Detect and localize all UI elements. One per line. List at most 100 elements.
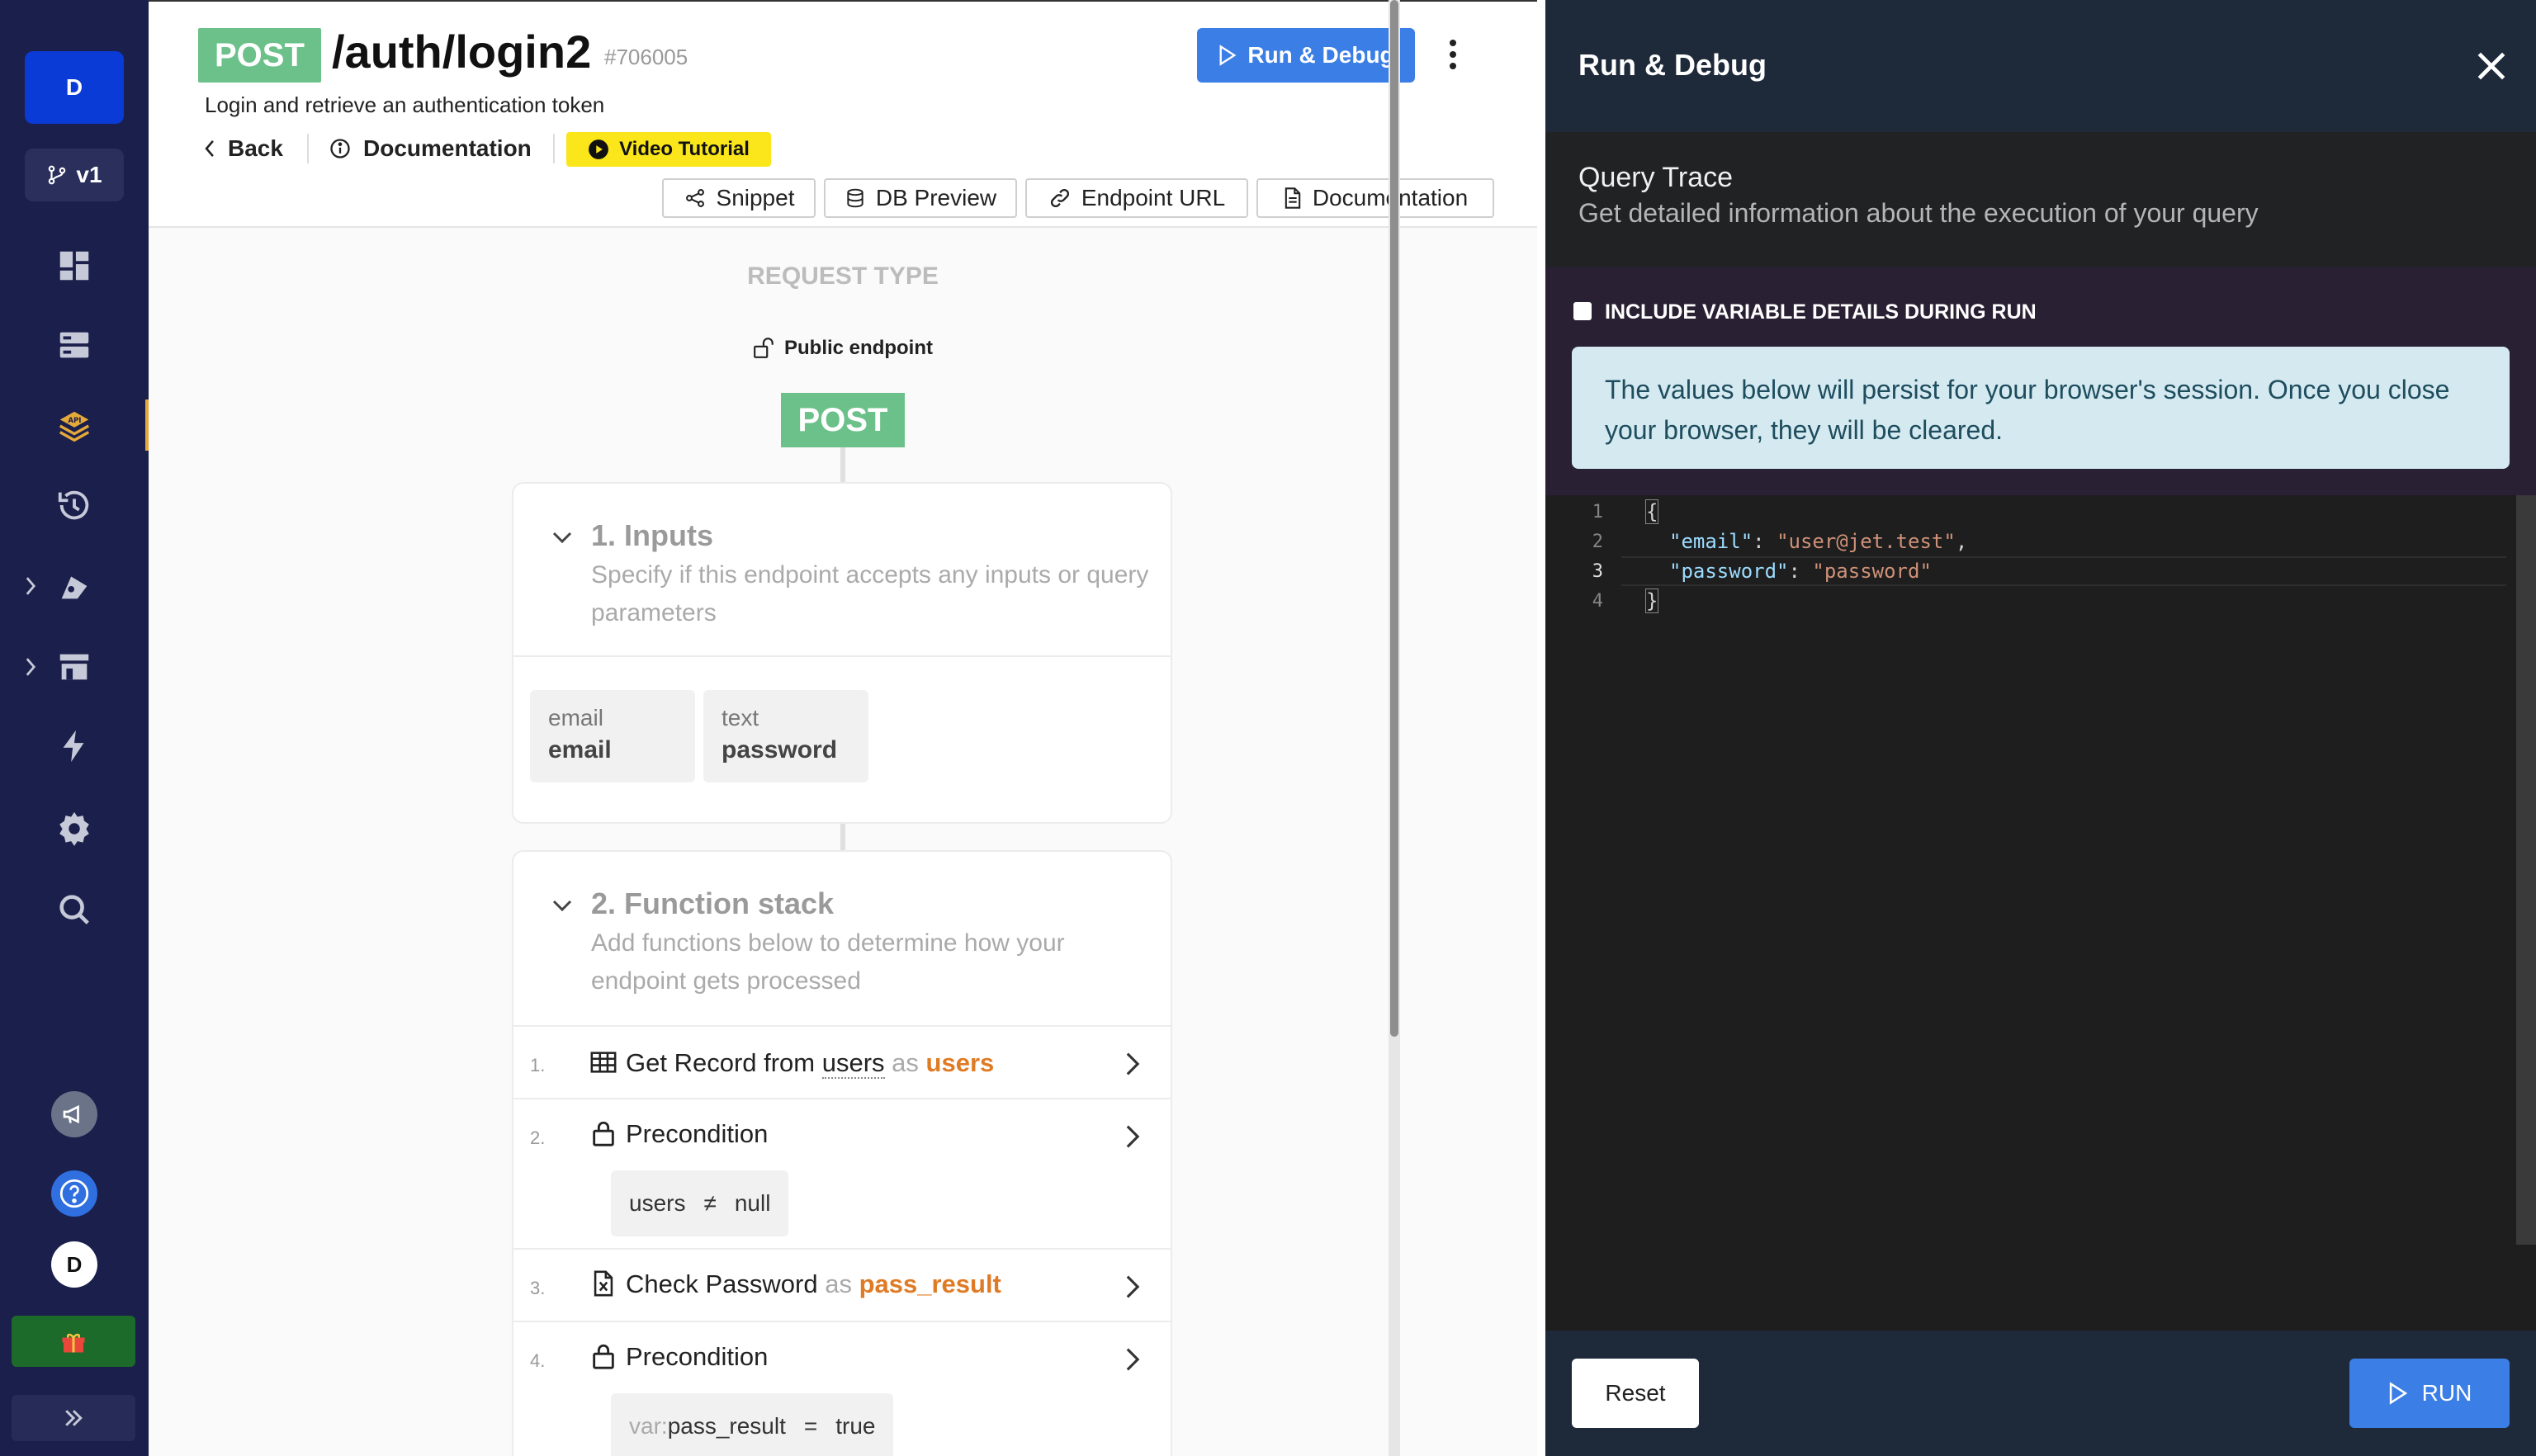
documentation-link[interactable]: Documentation xyxy=(329,130,532,167)
chevron-right-icon[interactable] xyxy=(1121,1273,1144,1301)
link-icon xyxy=(1050,188,1069,208)
panel-footer: Reset RUN xyxy=(1545,1331,2536,1456)
input-chip-email[interactable]: email email xyxy=(530,690,695,782)
input-chip-password[interactable]: text password xyxy=(703,690,868,782)
endpoint-url-button[interactable]: Endpoint URL xyxy=(1025,178,1248,218)
chevron-right-icon[interactable] xyxy=(1121,1345,1144,1373)
query-trace-subtitle: Get detailed information about the execu… xyxy=(1578,198,2259,228)
endpoint-description[interactable]: Login and retrieve an authentication tok… xyxy=(205,92,604,118)
inputs-title: 1. Inputs xyxy=(591,518,714,552)
svg-text:API: API xyxy=(68,417,81,425)
method-node[interactable]: POST xyxy=(781,393,905,447)
play-circle-icon xyxy=(589,139,609,159)
step-number: 1. xyxy=(530,1055,546,1075)
panel-title: Run & Debug xyxy=(1578,48,1767,82)
gift-button[interactable] xyxy=(12,1316,135,1367)
function-step-4[interactable]: 4. Precondition var:pass_result = true xyxy=(513,1321,1171,1456)
include-variable-details-checkbox[interactable] xyxy=(1573,302,1592,320)
query-trace-title: Query Trace xyxy=(1578,162,1734,193)
video-tutorial-button[interactable]: Video Tutorial xyxy=(566,132,771,167)
settings-icon[interactable] xyxy=(51,806,97,852)
expand-nav-button[interactable] xyxy=(12,1395,135,1441)
function-stack-card: 2. Function stack Add functions below to… xyxy=(512,850,1172,1456)
reset-button[interactable]: Reset xyxy=(1572,1359,1699,1428)
workspace-button[interactable]: D xyxy=(25,51,124,124)
run-button[interactable]: RUN xyxy=(2349,1359,2510,1428)
condition-expression[interactable]: users ≠ null xyxy=(611,1170,789,1236)
more-options-button[interactable] xyxy=(1436,31,1469,78)
input-name: email xyxy=(548,736,612,763)
api-icon[interactable]: API xyxy=(51,403,97,449)
editor-scrollbar[interactable] xyxy=(2516,495,2536,1245)
step-label: Precondition xyxy=(626,1119,769,1148)
query-trace-section: Query Trace Get detailed information abo… xyxy=(1545,132,2536,267)
dashboard-icon[interactable] xyxy=(51,243,97,289)
gift-icon xyxy=(62,1333,85,1353)
announcements-icon[interactable] xyxy=(51,1091,97,1137)
public-endpoint-toggle[interactable]: Public endpoint xyxy=(149,337,1537,360)
play-icon xyxy=(1219,45,1237,66)
chevron-right-icon[interactable] xyxy=(1121,1050,1144,1078)
panel-header: Run & Debug xyxy=(1545,0,2536,132)
step-number: 4. xyxy=(530,1350,546,1371)
function-stack-title: 2. Function stack xyxy=(591,886,835,920)
table-icon xyxy=(590,1052,617,1073)
input-type: text xyxy=(722,705,759,730)
request-type-label: REQUEST TYPE xyxy=(747,262,939,290)
step-label: Check Password as pass_result xyxy=(626,1269,1001,1298)
database-icon[interactable] xyxy=(51,322,97,368)
document-icon xyxy=(1285,187,1301,209)
database-icon xyxy=(847,188,863,208)
endpoint-path[interactable]: /auth/login2 xyxy=(332,25,591,78)
function-stack-header[interactable]: 2. Function stack Add functions below to… xyxy=(513,852,1171,1025)
flow-connector xyxy=(840,824,845,850)
unlock-icon xyxy=(754,338,774,358)
condition-expression[interactable]: var:pass_result = true xyxy=(611,1393,894,1456)
chevron-right-icon[interactable] xyxy=(1121,1123,1144,1151)
line-number: 4 xyxy=(1592,591,1603,612)
db-preview-button[interactable]: DB Preview xyxy=(824,178,1017,218)
back-link[interactable]: Back xyxy=(203,130,283,167)
history-icon[interactable] xyxy=(51,482,97,528)
session-info-alert: The values below will persist for your b… xyxy=(1572,347,2510,469)
step-number: 2. xyxy=(530,1127,546,1148)
chevron-right-icon[interactable] xyxy=(23,650,43,683)
double-chevron-right-icon xyxy=(65,1410,83,1426)
user-avatar[interactable]: D xyxy=(51,1241,97,1288)
scrollbar-thumb[interactable] xyxy=(1390,0,1398,1037)
line-number: 3 xyxy=(1592,561,1603,582)
close-icon[interactable] xyxy=(2473,48,2510,84)
function-stack-subtitle: Add functions below to determine how you… xyxy=(591,929,1065,995)
divider xyxy=(307,134,309,163)
share-icon xyxy=(685,189,704,207)
addons-icon[interactable] xyxy=(51,563,97,609)
step-label: Precondition xyxy=(626,1342,769,1371)
marketplace-icon[interactable] xyxy=(51,644,97,690)
divider xyxy=(553,134,555,163)
function-step-1[interactable]: 1. Get Record from users as users xyxy=(513,1025,1171,1098)
code-line: "password": "password" xyxy=(1669,560,1932,583)
snippet-button[interactable]: Snippet xyxy=(662,178,816,218)
json-input-editor[interactable]: 1 2 3 4 { "email": "user@jet.test", "pas… xyxy=(1545,495,2536,1331)
inputs-card-header[interactable]: 1. Inputs Specify if this endpoint accep… xyxy=(513,484,1171,657)
code-line: } xyxy=(1644,589,1659,613)
function-step-2[interactable]: 2. Precondition users ≠ null xyxy=(513,1098,1171,1248)
lock-icon xyxy=(593,1121,614,1146)
search-icon[interactable] xyxy=(51,886,97,933)
branch-selector[interactable]: v1 xyxy=(25,149,124,201)
main-scrollbar[interactable] xyxy=(1389,0,1400,1456)
branch-icon xyxy=(49,165,66,185)
chevron-down-icon[interactable] xyxy=(550,525,575,550)
run-debug-button[interactable]: Run & Debug xyxy=(1197,28,1415,83)
endpoint-editor: POST /auth/login2 #706005 Login and retr… xyxy=(149,0,1537,1456)
function-step-3[interactable]: 3. Check Password as pass_result xyxy=(513,1248,1171,1321)
play-icon xyxy=(2389,1382,2407,1405)
help-icon[interactable] xyxy=(51,1170,97,1217)
include-variable-details-label[interactable]: INCLUDE VARIABLE DETAILS DURING RUN xyxy=(1605,300,2037,324)
lightning-icon[interactable] xyxy=(51,723,97,769)
chevron-down-icon[interactable] xyxy=(550,893,575,918)
endpoint-header: POST /auth/login2 #706005 Login and retr… xyxy=(149,0,1537,228)
input-name: password xyxy=(722,736,838,763)
documentation-button[interactable]: Documentation xyxy=(1256,178,1494,218)
chevron-right-icon[interactable] xyxy=(23,570,43,603)
